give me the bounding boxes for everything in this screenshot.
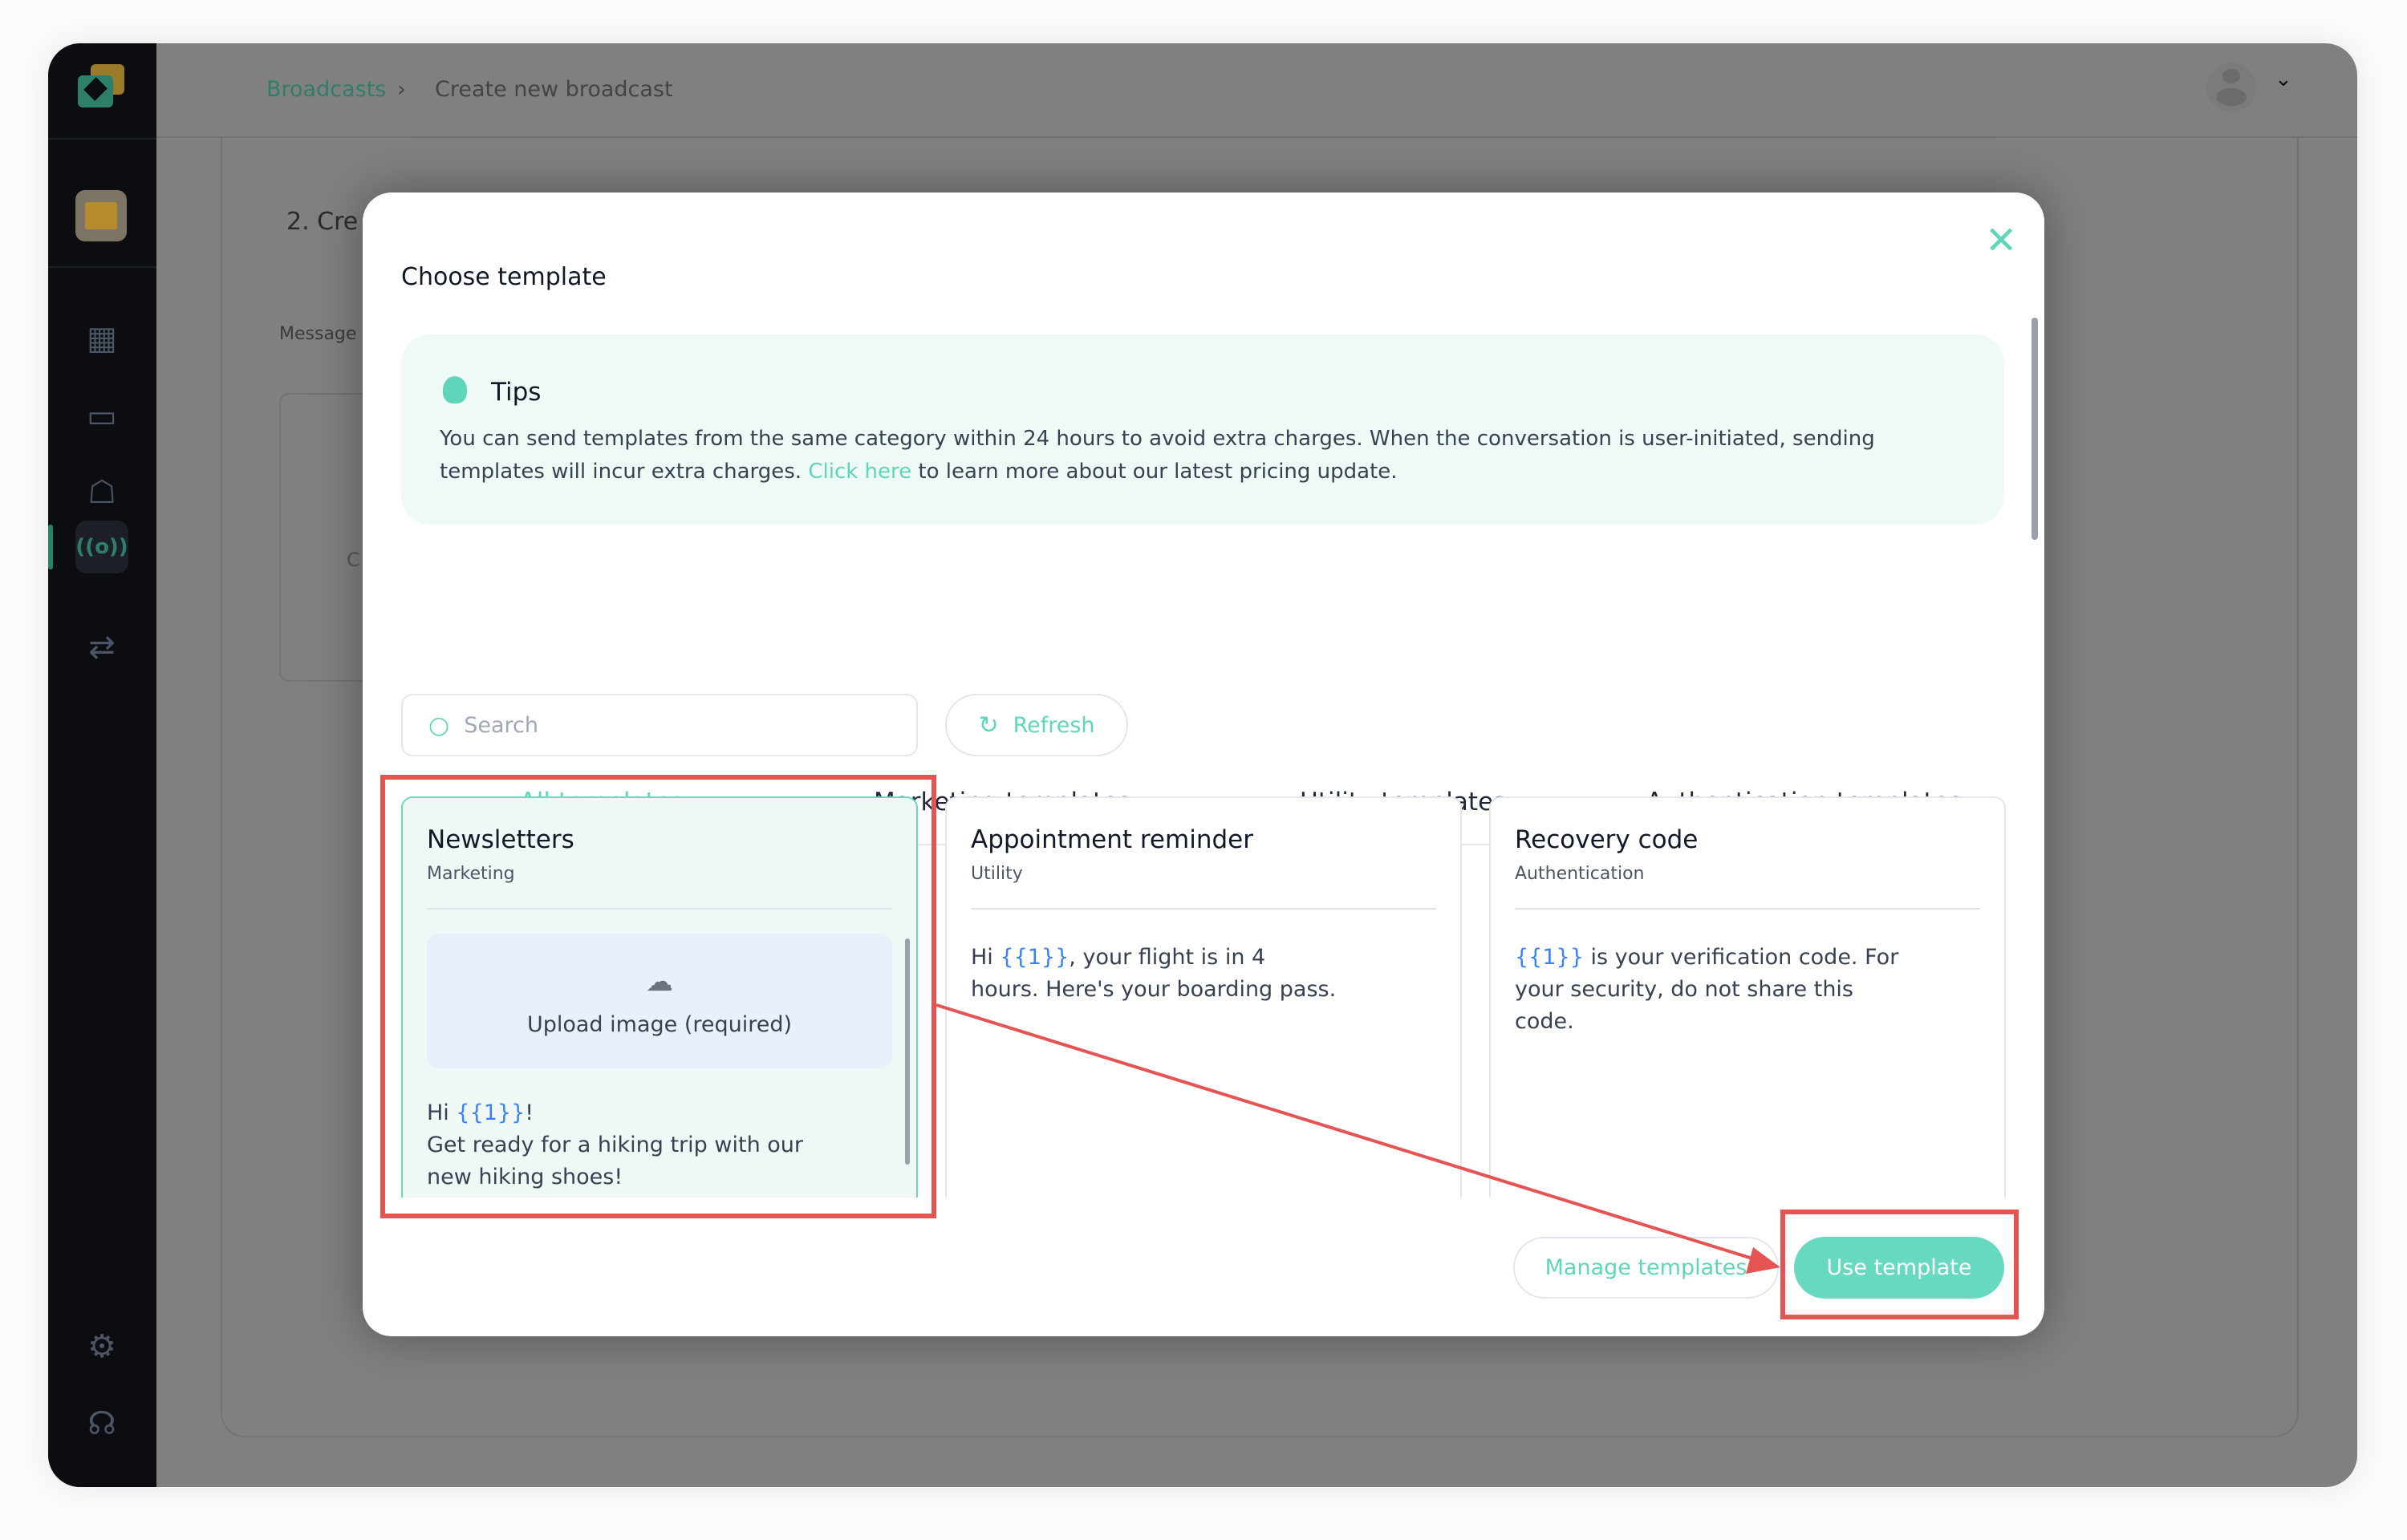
annotation-arrow <box>936 1003 1780 1274</box>
